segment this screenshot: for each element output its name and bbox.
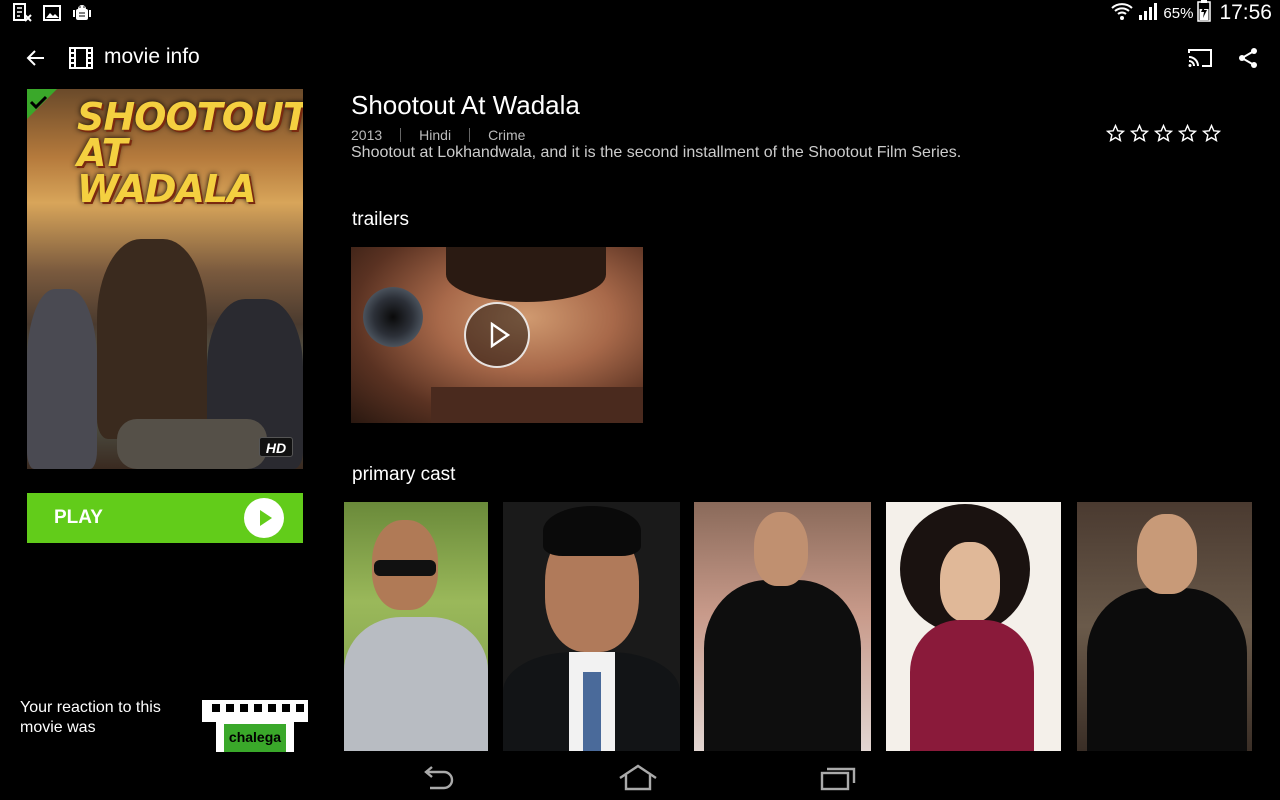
movie-poster[interactable]: SHOOTOUT AT WADALA HD bbox=[27, 89, 303, 469]
play-button[interactable]: PLAY bbox=[27, 493, 303, 543]
back-arrow-icon[interactable] bbox=[24, 46, 48, 70]
status-notifications bbox=[12, 3, 92, 23]
image-icon bbox=[42, 3, 62, 23]
movie-year: 2013 bbox=[351, 127, 383, 143]
cellular-signal-icon bbox=[1137, 1, 1159, 26]
cast-head bbox=[754, 512, 808, 586]
star-outline-icon[interactable] bbox=[1130, 124, 1149, 143]
poster-title: SHOOTOUT AT WADALA bbox=[77, 95, 303, 211]
reaction-text: Your reaction to this movie was bbox=[20, 699, 161, 736]
star-outline-icon[interactable] bbox=[1202, 124, 1221, 143]
checkmark-icon bbox=[27, 89, 57, 119]
cast-member-card[interactable] bbox=[503, 502, 680, 751]
navigation-bar bbox=[0, 752, 1280, 800]
trailer-hair bbox=[446, 247, 606, 302]
movie-language: Hindi bbox=[419, 127, 452, 143]
screen-title: movie info bbox=[104, 45, 200, 68]
play-icon bbox=[244, 498, 284, 538]
action-bar: movie info bbox=[0, 36, 1280, 80]
trailer-gun bbox=[363, 287, 423, 347]
cast-body bbox=[1087, 588, 1247, 751]
poster-figure bbox=[27, 289, 97, 469]
cast-member-card[interactable] bbox=[886, 502, 1061, 751]
cast-icon[interactable] bbox=[1186, 46, 1214, 70]
divider bbox=[400, 128, 402, 142]
status-bar: 65% 17:56 bbox=[0, 0, 1280, 26]
trailer-thumbnail[interactable] bbox=[351, 247, 643, 423]
cast-sunglasses bbox=[374, 560, 436, 576]
cast-member-card[interactable] bbox=[344, 502, 488, 751]
poster-figure bbox=[97, 239, 207, 439]
hd-badge: HD bbox=[259, 437, 293, 457]
nav-back-icon[interactable] bbox=[418, 764, 458, 792]
wifi-icon bbox=[1111, 1, 1134, 26]
poster-figure bbox=[117, 419, 267, 469]
cast-hair bbox=[543, 506, 641, 556]
clock: 17:56 bbox=[1219, 1, 1272, 24]
nav-recents-icon[interactable] bbox=[818, 764, 858, 792]
battery-charging-icon bbox=[1197, 0, 1212, 27]
cast-body bbox=[910, 620, 1034, 751]
cast-head bbox=[940, 542, 1000, 622]
film-icon bbox=[68, 46, 94, 70]
cast-body bbox=[704, 580, 861, 751]
movie-meta: 2013 Hindi Crime bbox=[351, 127, 525, 143]
primary-cast-heading: primary cast bbox=[352, 464, 456, 485]
cast-member-card[interactable] bbox=[1077, 502, 1252, 751]
star-outline-icon[interactable] bbox=[1178, 124, 1197, 143]
cast-tie bbox=[583, 672, 601, 751]
status-system: 65% 17:56 bbox=[1111, 0, 1272, 26]
android-debug-icon bbox=[72, 3, 92, 23]
trailer-shirt bbox=[431, 387, 643, 423]
divider bbox=[469, 128, 471, 142]
battery-percentage: 65% bbox=[1163, 4, 1194, 22]
cast-body bbox=[344, 617, 488, 751]
reaction-label: chalega bbox=[228, 729, 282, 745]
movie-genre: Crime bbox=[488, 127, 526, 143]
play-circle-icon[interactable] bbox=[464, 302, 530, 368]
trailers-heading: trailers bbox=[352, 209, 410, 230]
rating-stars[interactable] bbox=[1106, 124, 1221, 143]
cast-head bbox=[1137, 514, 1197, 594]
star-outline-icon[interactable] bbox=[1154, 124, 1173, 143]
movie-description: Shootout at Lokhandwala, and it is the s… bbox=[351, 144, 962, 161]
star-outline-icon[interactable] bbox=[1106, 124, 1125, 143]
share-icon[interactable] bbox=[1236, 46, 1260, 70]
reaction-chalega-icon[interactable]: chalega bbox=[202, 698, 308, 754]
sim-error-icon bbox=[12, 3, 32, 23]
movie-title: Shootout At Wadala bbox=[351, 90, 580, 120]
cast-member-card[interactable] bbox=[694, 502, 871, 751]
play-button-label: PLAY bbox=[54, 507, 103, 528]
nav-home-icon[interactable] bbox=[618, 764, 658, 792]
